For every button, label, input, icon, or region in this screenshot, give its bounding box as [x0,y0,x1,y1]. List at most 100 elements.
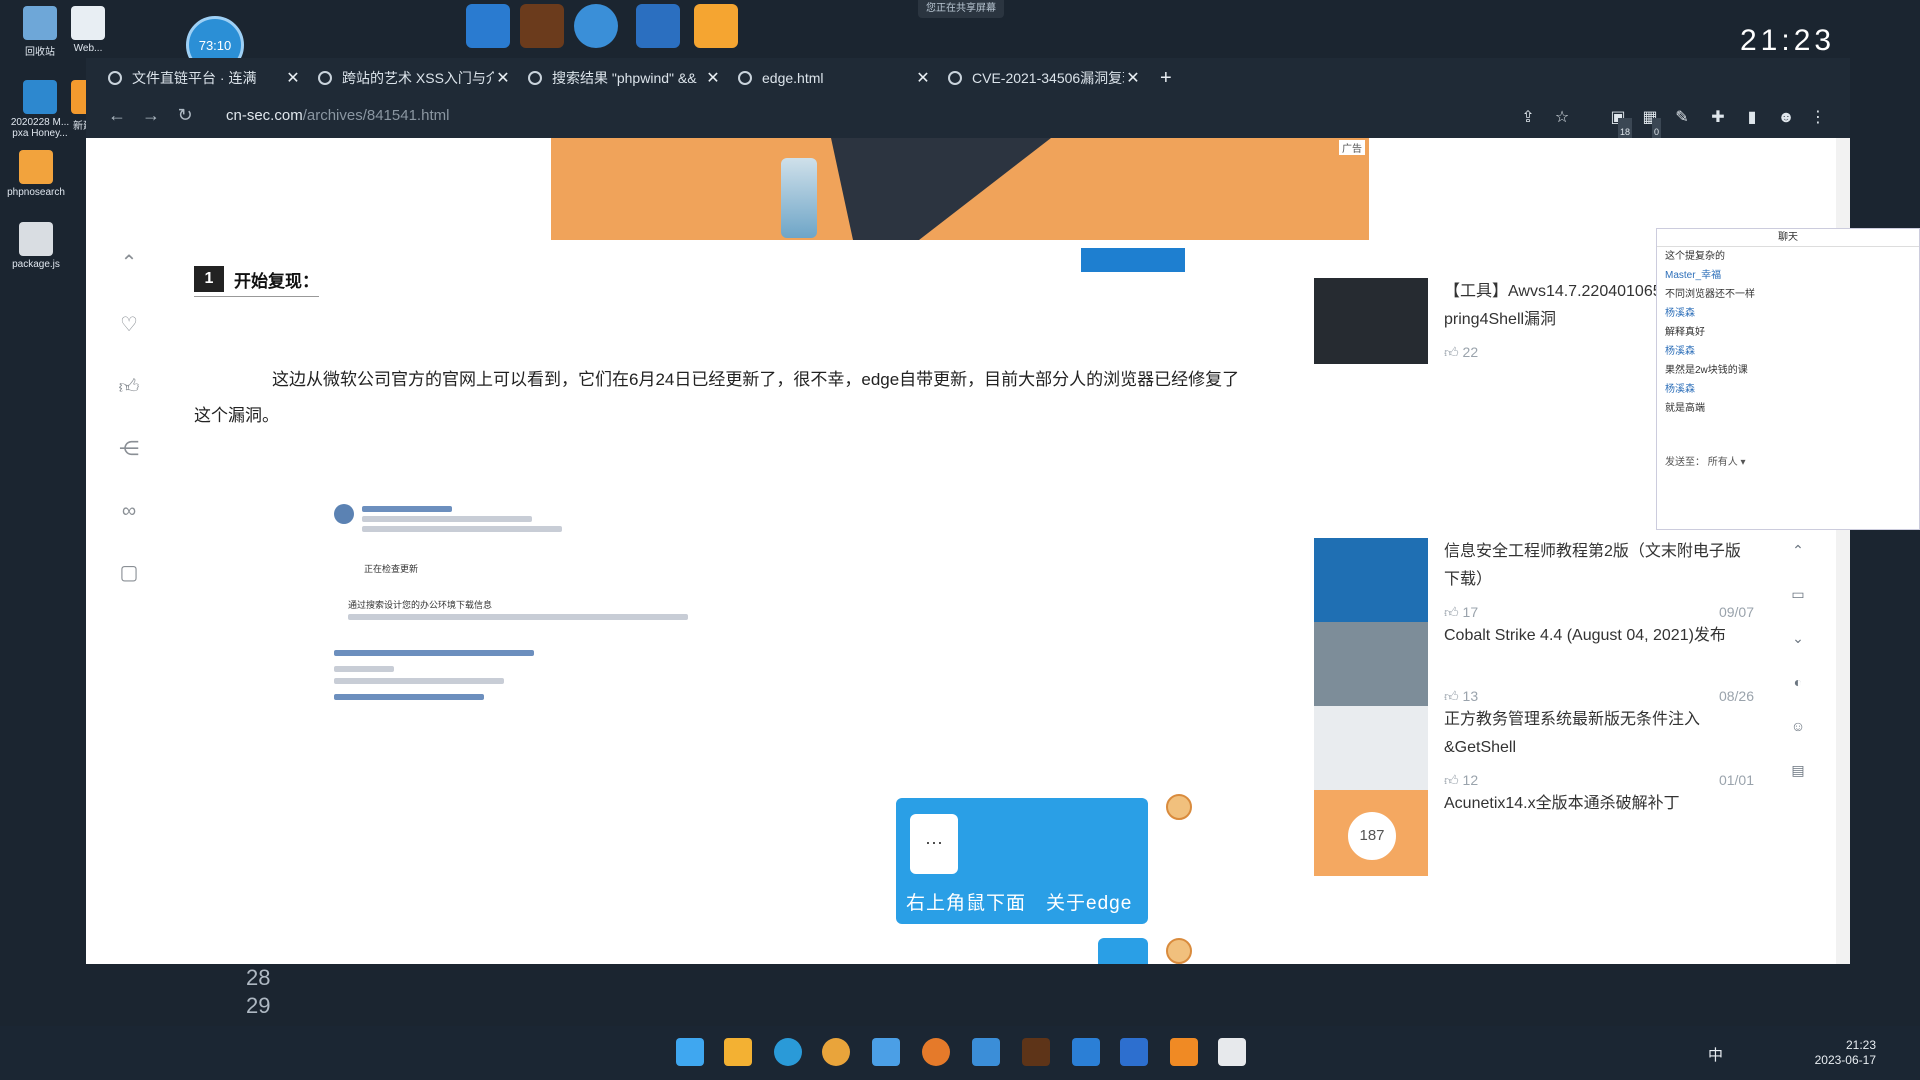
url-field[interactable]: cn-sec.com/archives/841541.html [226,107,449,124]
web-page: 广告 ⌃ ♡ 👍︎ ⋲ ∞ ▢ 1 开始复现： 这边从微软公司官方的官网上可以看… [86,138,1850,964]
sublime-icon[interactable] [1170,1038,1198,1066]
flash-app-icon[interactable] [466,4,510,48]
chat-message: 就是高端 [1665,403,1705,414]
related-article[interactable]: 正方教务管理系统最新版无条件注入&GetShell 👍︎ 12 01/01 [1314,706,1754,798]
article-thumbnail[interactable] [1314,538,1428,624]
chrome-icon[interactable] [822,1038,850,1066]
bookmark-star-icon[interactable]: ☆ [1548,104,1576,132]
sidebar-icon[interactable]: ▮ [1738,104,1766,132]
bubble-message: 右上角鼠下面 关于edge [906,893,1133,914]
article-thumbnail[interactable] [1314,706,1428,792]
browser-tab[interactable]: edge.html ✕ [730,62,940,94]
like-count: 22 [1462,344,1479,360]
desktop-icon[interactable]: phpnosearch [4,150,68,198]
ime-indicator[interactable]: 中 [1708,1044,1723,1065]
forward-icon[interactable]: → [134,105,168,126]
chat-window[interactable]: 聊天 这个提复杂的 Master_幸福 不同浏览器还不一样 杨溪森 解释真好 杨溪森 果然是… [1656,228,1920,530]
flash-player-app-icon[interactable] [636,4,680,48]
flash-icon[interactable] [1072,1038,1100,1066]
browser-tab[interactable]: CVE-2021-34506漏洞复现 ✕ [940,62,1150,94]
powerpoint-icon[interactable] [1120,1038,1148,1066]
chat-sender: 杨溪森 [1665,346,1695,357]
thumbs-up-icon[interactable]: 👍︎ [114,372,144,402]
user-icon[interactable]: ☺ [1786,718,1810,762]
blue-bar [1081,248,1185,272]
flash-builder-app-icon[interactable] [520,4,564,48]
browser-tab[interactable]: 搜索结果 "phpwind" && ✕ [520,62,730,94]
like-count: 17 [1462,604,1479,620]
eyedropper-icon[interactable]: ✎ [1668,104,1696,132]
extension-icon[interactable]: ▣18 [1604,104,1633,146]
browser-tab[interactable]: 跨站的艺术 XSS入门与介绍✕ [310,62,520,94]
photos-icon[interactable] [972,1038,1000,1066]
edge-icon[interactable] [774,1038,802,1066]
firefox-icon[interactable] [922,1038,950,1066]
qr-icon[interactable]: ▦ 0 [1636,104,1664,146]
ad-banner[interactable]: 广告 [551,138,1369,240]
chat-bubble[interactable]: ··· 右上角鼠下面 关于edge [896,798,1148,924]
browser-tab[interactable]: 文件直链平台 · 连满 ✕ [100,62,310,94]
heart-icon[interactable]: ♡ [114,310,144,340]
article-thumbnail[interactable] [1314,622,1428,708]
embedded-screenshot: 正在检查更新 通过搜索设计您的办公环境下载信息 [334,504,854,714]
article-title[interactable]: 正方教务管理系统最新版无条件注入&GetShell [1444,706,1744,762]
link-icon[interactable]: ∞ [114,496,144,526]
like-count: 12 [1462,772,1479,788]
tab-favicon-icon [528,71,542,85]
related-article[interactable]: Acunetix14.x全版本通杀破解补丁 187 [1314,790,1754,882]
ffdec-app-icon[interactable] [574,4,618,48]
grid-icon[interactable]: ▤ [1786,762,1810,806]
close-icon[interactable]: ✕ [704,68,722,88]
flash-builder-icon[interactable] [1022,1038,1050,1066]
close-icon[interactable]: ✕ [914,68,932,88]
close-icon[interactable]: ✕ [284,68,302,88]
puzzle-icon[interactable]: ✚ [1704,104,1732,132]
desktop-icon-image [71,6,105,40]
share-icon[interactable]: ⇪ [1514,104,1542,132]
new-tab-button[interactable]: + [1160,67,1172,90]
tab-title: edge.html [762,70,824,86]
chat-sender: 杨溪森 [1665,308,1695,319]
ad-hand-image [831,138,1051,240]
reload-icon[interactable]: ↻ [168,105,202,126]
related-article[interactable]: Cobalt Strike 4.4 (August 04, 2021)发布 👍︎ … [1314,622,1754,714]
section-number: 1 [194,266,224,292]
pin-icon[interactable] [872,1038,900,1066]
related-article[interactable]: 信息安全工程师教程第2版（文末附电子版下载） 👍︎ 17 09/07 [1314,538,1754,630]
start-icon[interactable] [676,1038,704,1066]
article-title[interactable]: Acunetix14.x全版本通杀破解补丁 [1444,790,1744,818]
tab-title: 搜索结果 "phpwind" && [552,70,697,86]
profile-icon[interactable]: ☻ [1772,104,1800,132]
ad-bottle-image [781,158,817,238]
article-title[interactable]: 信息安全工程师教程第2版（文末附电子版下载） [1444,538,1744,594]
collapse-up-icon[interactable]: ⌃ [114,248,144,278]
comment-icon[interactable]: ▭ [1786,586,1810,630]
share-nodes-icon[interactable]: ⋲ [114,434,144,464]
menu-icon[interactable]: ⋮ [1804,104,1832,132]
desktop-icon[interactable]: package.js [4,222,68,270]
down-arrow-icon[interactable]: ⌄ [1786,630,1810,674]
close-icon[interactable]: ✕ [494,68,512,88]
folder-app-icon[interactable] [694,4,738,48]
article-thumbnail[interactable] [1314,278,1428,364]
bubble-card: ··· [910,814,958,874]
chat-sender: Master_幸福 [1665,270,1722,281]
line-number: 29 [246,993,271,1018]
taskbar-clock[interactable]: 21:23 2023-06-17 [1806,1038,1876,1068]
up-arrow-icon[interactable]: ⌃ [1786,542,1810,586]
send-to-select[interactable]: 所有人 [1708,457,1738,468]
embedded-subtitle: 通过搜索设计您的办公环境下载信息 [348,600,493,610]
desktop-icon-image [19,222,53,256]
embedded-heading: 正在检查更新 [364,564,419,574]
qr-code-icon[interactable]: ▢ [114,558,144,588]
java-icon[interactable] [1218,1038,1246,1066]
file-explorer-icon[interactable] [724,1038,752,1066]
close-icon[interactable]: ✕ [1124,68,1142,88]
chat-bubble-2[interactable] [1098,938,1148,964]
dark-mode-icon[interactable]: ◐ [1786,674,1810,718]
ad-tag[interactable]: 广告 [1339,140,1365,155]
back-icon[interactable]: ← [100,105,134,126]
section-title: 开始复现： [234,271,319,291]
article-title[interactable]: Cobalt Strike 4.4 (August 04, 2021)发布 [1444,622,1744,650]
desktop-icon[interactable]: Web... [56,6,120,54]
